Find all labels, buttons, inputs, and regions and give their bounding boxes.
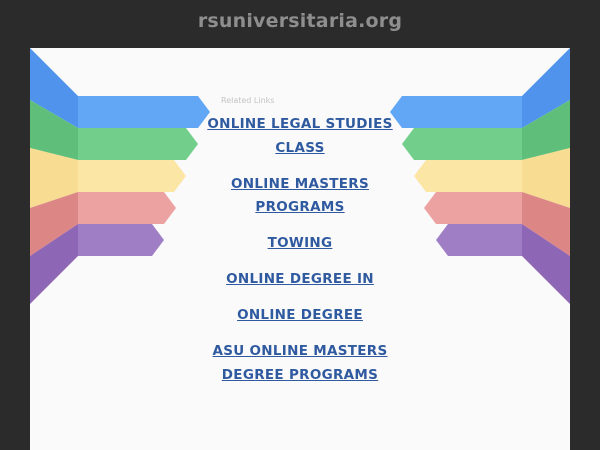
related-link[interactable]: ASU ONLINE MASTERS DEGREE PROGRAMS bbox=[190, 340, 410, 387]
related-link[interactable]: ONLINE LEGAL STUDIES CLASS bbox=[190, 113, 410, 160]
related-link[interactable]: TOWING bbox=[190, 232, 410, 256]
related-link[interactable]: ONLINE DEGREE bbox=[190, 304, 410, 328]
related-links-heading: Related Links bbox=[221, 96, 275, 105]
related-link[interactable]: ONLINE MASTERS PROGRAMS bbox=[190, 173, 410, 220]
parked-page-panel: Related Links ONLINE LEGAL STUDIES CLASS… bbox=[30, 48, 570, 450]
domain-title: rsuniversitaria.org bbox=[197, 10, 403, 32]
related-link[interactable]: ONLINE DEGREE IN bbox=[190, 268, 410, 292]
related-links-list: ONLINE LEGAL STUDIES CLASS ONLINE MASTER… bbox=[30, 113, 570, 400]
